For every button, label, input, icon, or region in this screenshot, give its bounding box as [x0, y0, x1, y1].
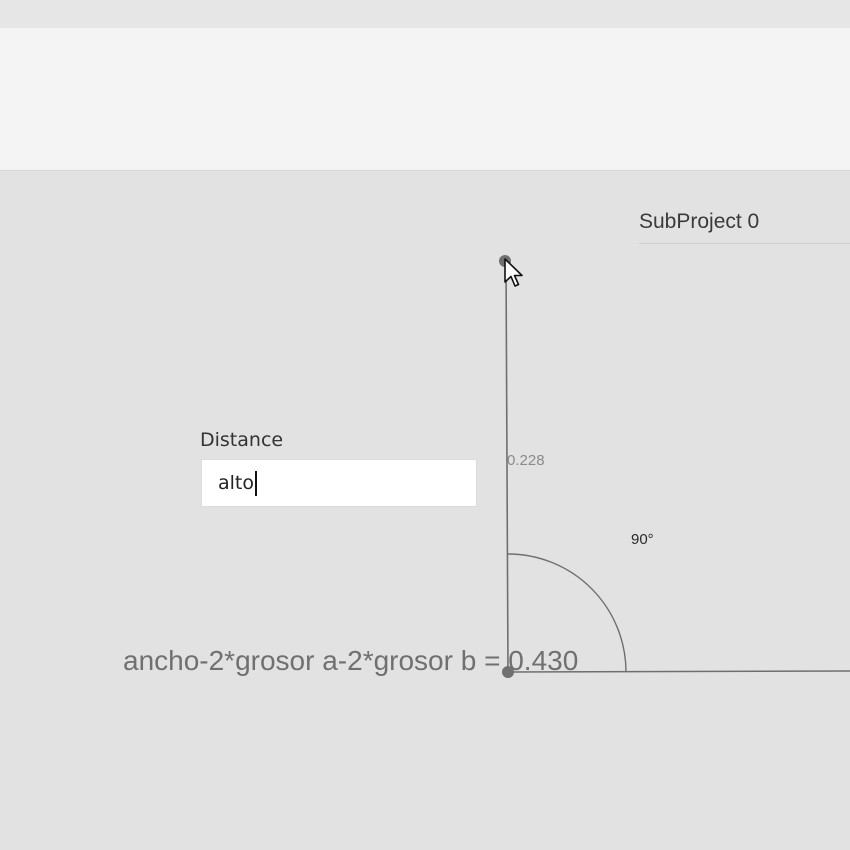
distance-input[interactable]: alto — [201, 459, 477, 507]
angle-label: 90° — [631, 531, 654, 548]
text-caret — [255, 470, 257, 496]
mouse-pointer-icon — [504, 258, 523, 287]
distance-input-value: alto — [218, 472, 254, 494]
distance-label: Distance — [200, 429, 284, 451]
dimension-label: 0.228 — [507, 452, 545, 469]
app-window: SubProject 0 0.228 90° Distance alto anc… — [0, 0, 850, 850]
drawing-canvas[interactable] — [0, 0, 850, 850]
formula-expression: ancho-2*grosor a-2*grosor b = 0.430 — [123, 645, 579, 676]
